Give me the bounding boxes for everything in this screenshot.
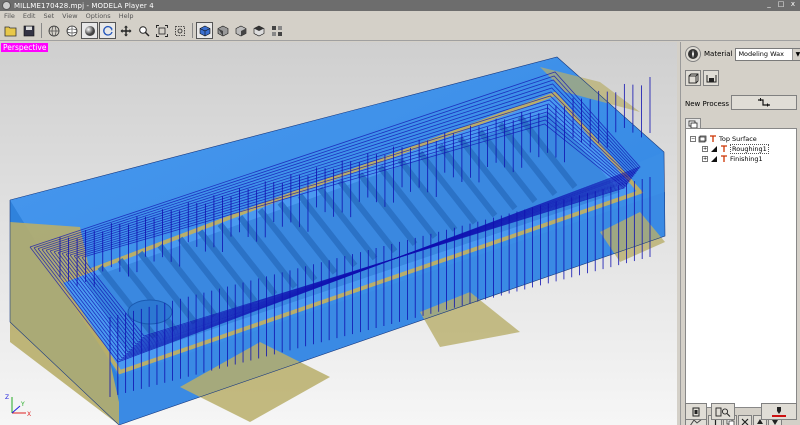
process-panel: Material Modeling Wax ▼ New Process − To… [680, 42, 800, 425]
zoom-area-button[interactable] [171, 22, 188, 39]
mill-tool-icon [711, 145, 717, 152]
new-process-button[interactable] [731, 95, 797, 110]
model-button[interactable] [685, 70, 701, 86]
cut-button[interactable] [761, 403, 797, 420]
material-value: Modeling Wax [738, 50, 784, 58]
rotate-icon [102, 25, 113, 36]
save-button[interactable] [20, 22, 37, 39]
preview-button[interactable] [711, 403, 735, 420]
toolbar-separator [41, 23, 42, 38]
window-title: MILLME170428.mpj - MODELA Player 4 [14, 1, 154, 10]
new-process-label: New Process [685, 100, 730, 108]
material-label: Material [704, 50, 733, 58]
open-button[interactable] [2, 22, 19, 39]
tree-item-finishing[interactable]: + Finishing1 [702, 154, 763, 163]
menu-options[interactable]: Options [82, 12, 115, 20]
maximize-button[interactable]: □ [776, 0, 786, 9]
view-shaded-button[interactable] [81, 22, 98, 39]
process-tree: − Top Surface + Roughing1 + Finishing1 [685, 128, 797, 408]
cutter-icon [710, 134, 716, 142]
pan-button[interactable] [117, 22, 134, 39]
zoom-area-icon [174, 25, 185, 36]
menu-help[interactable]: Help [115, 12, 138, 20]
view-wireframe-button[interactable] [45, 22, 62, 39]
view-hidden-button[interactable] [63, 22, 80, 39]
tree-item-roughing[interactable]: + Roughing1 [702, 143, 769, 154]
globe-icon [66, 25, 77, 36]
cutter-red-icon [772, 406, 786, 417]
stop-icon [692, 407, 700, 416]
view-top-button[interactable] [250, 22, 267, 39]
axis-x-label: X [27, 411, 31, 418]
minimize-button[interactable]: _ [764, 0, 774, 9]
cutter-icon [721, 144, 727, 152]
3d-viewport[interactable]: Perspective Z Y X [0, 42, 677, 425]
tree-root-label: Top Surface [719, 134, 757, 143]
tree-root[interactable]: − Top Surface [690, 134, 757, 143]
save-icon [23, 25, 34, 36]
fit-frame-icon [155, 24, 168, 37]
grid-icon [271, 25, 282, 36]
view-side-button[interactable] [232, 22, 249, 39]
sphere-shaded-icon [84, 25, 95, 36]
rotate-button[interactable] [99, 22, 116, 39]
model-box-icon [688, 73, 698, 83]
fit-view-button[interactable] [153, 22, 170, 39]
expand-icon[interactable]: + [702, 155, 708, 162]
tree-item-roughing-label: Roughing1 [730, 143, 769, 154]
new-process-icon [758, 97, 770, 107]
view-iso-button[interactable] [196, 22, 213, 39]
menu-edit[interactable]: Edit [19, 12, 40, 20]
surface-icon [698, 135, 707, 142]
mill-tool-icon [711, 155, 717, 162]
app-icon [2, 1, 11, 10]
toolbar-separator [192, 23, 193, 38]
menu-view[interactable]: View [58, 12, 81, 20]
view-mode-label: Perspective [1, 43, 49, 52]
menu-set[interactable]: Set [39, 12, 58, 20]
cube-iso-icon [199, 25, 210, 36]
toolbar [0, 21, 800, 41]
stop-button[interactable] [685, 403, 707, 420]
magnifier-icon [138, 25, 150, 37]
chevron-down-icon: ▼ [792, 48, 800, 60]
material-settings-button[interactable] [685, 46, 701, 62]
menu-bar: File Edit Set View Options Help [0, 11, 800, 21]
axis-z-label: Z [5, 394, 9, 401]
close-button[interactable]: x [788, 0, 798, 9]
menu-file[interactable]: File [0, 12, 19, 20]
expand-icon[interactable]: + [702, 145, 708, 152]
compass-icon [688, 49, 698, 59]
workpiece-button[interactable] [703, 70, 719, 86]
model-render [9, 56, 666, 425]
globe-wire-icon [48, 25, 59, 36]
collapse-icon[interactable]: − [690, 135, 696, 142]
cube-side-icon [235, 25, 246, 36]
folder-open-icon [4, 26, 16, 36]
cube-front-icon [217, 25, 228, 36]
title-bar: MILLME170428.mpj - MODELA Player 4 _ □ x [0, 0, 800, 11]
material-select[interactable]: Modeling Wax ▼ [735, 47, 800, 61]
view-front-button[interactable] [214, 22, 231, 39]
axis-triad: Z Y X [5, 394, 31, 418]
view-grid-button[interactable] [268, 22, 285, 39]
tree-item-finishing-label: Finishing1 [730, 154, 763, 163]
workpiece-icon [706, 74, 716, 82]
preview-search-icon [715, 407, 731, 417]
cutter-icon [721, 154, 727, 162]
delete-button[interactable] [738, 415, 752, 425]
cube-top-icon [253, 25, 264, 36]
axis-y-label: Y [20, 401, 25, 408]
zoom-button[interactable] [135, 22, 152, 39]
delete-icon [741, 418, 749, 425]
move-arrows-icon [120, 25, 131, 36]
